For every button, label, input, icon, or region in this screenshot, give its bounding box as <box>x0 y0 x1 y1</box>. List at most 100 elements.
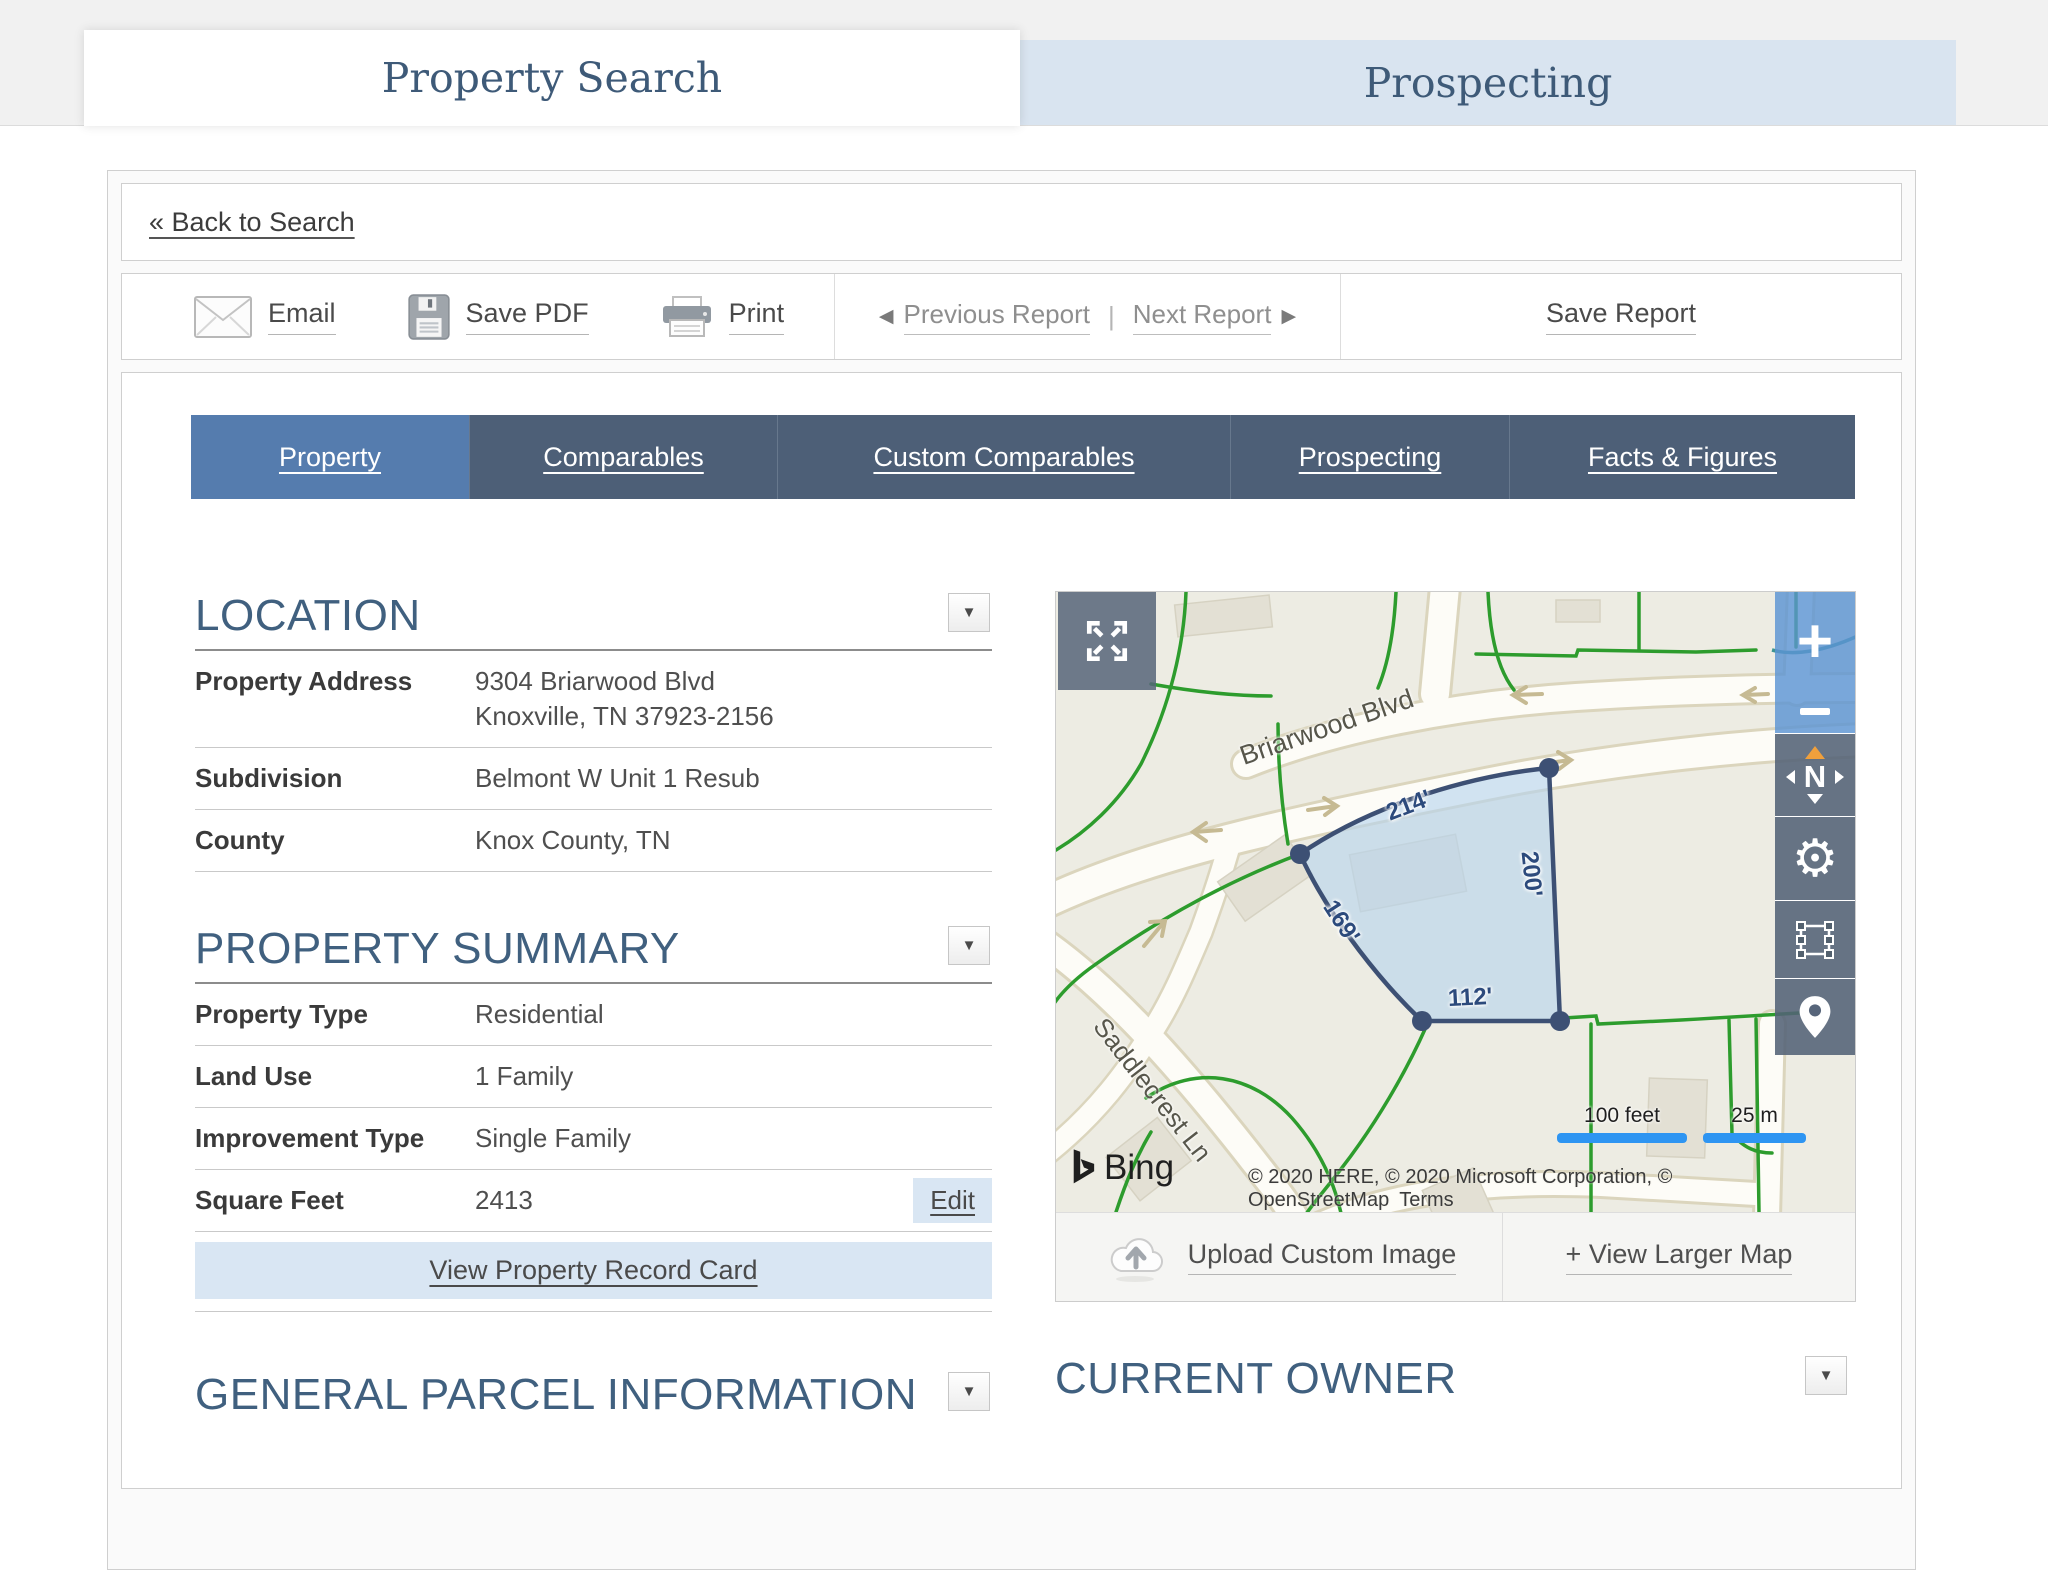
land-use-value: 1 Family <box>475 1059 573 1094</box>
scale-meters-bar <box>1703 1133 1806 1143</box>
property-type-value: Residential <box>475 997 604 1032</box>
land-use-row: Land Use 1 Family <box>195 1046 992 1108</box>
compass-down-arrow-icon <box>1807 794 1823 804</box>
print-button[interactable]: Print <box>661 295 785 339</box>
top-tab-bar: Property Search Prospecting <box>0 0 2048 126</box>
current-owner-collapse-button[interactable]: ▼ <box>1805 1356 1847 1395</box>
current-owner-title: CURRENT OWNER <box>1055 1354 1856 1404</box>
tab-comparables[interactable]: Comparables <box>469 415 777 499</box>
location-section-header: LOCATION ▼ <box>195 591 992 651</box>
tab-facts-figures[interactable]: Facts & Figures <box>1509 415 1855 499</box>
compass-north-label: N <box>1804 761 1826 792</box>
chevron-down-icon: ▼ <box>962 1383 977 1400</box>
save-pdf-button[interactable]: Save PDF <box>408 294 589 340</box>
next-report-label: Next Report <box>1133 299 1272 335</box>
chevron-down-icon: ▼ <box>962 937 977 954</box>
zoom-out-button[interactable] <box>1800 708 1830 715</box>
toolbar-actions: Email Save PDF <box>122 274 835 359</box>
previous-report-label: Previous Report <box>904 299 1090 335</box>
expand-arrows-icon <box>1082 616 1132 666</box>
square-feet-row: Square Feet 2413 Edit <box>195 1170 992 1232</box>
parcel-map[interactable]: Briarwood Blvd Saddlecrest Ln 214' 200' … <box>1056 592 1855 1212</box>
back-box: « Back to Search <box>121 183 1902 261</box>
tab-property-search[interactable]: Property Search <box>84 30 1020 126</box>
map-area-select-button[interactable] <box>1775 900 1855 978</box>
upload-custom-image-label: Upload Custom Image <box>1188 1239 1457 1275</box>
report-nav-tabs: Property Comparables Custom Comparables … <box>191 415 1855 499</box>
next-report-link[interactable]: Next Report ▶ <box>1133 299 1296 335</box>
property-address-label: Property Address <box>195 664 475 734</box>
gear-icon: ⚙ <box>1792 833 1839 885</box>
terms-link[interactable]: Terms <box>1399 1189 1453 1211</box>
subdivision-label: Subdivision <box>195 761 475 796</box>
email-label: Email <box>268 298 336 335</box>
map-settings-button[interactable]: ⚙ <box>1775 816 1855 900</box>
map-compass-control[interactable]: N <box>1775 733 1855 816</box>
back-to-search-link[interactable]: « Back to Search <box>149 207 355 238</box>
tab-property-label: Property <box>279 442 381 473</box>
toolbar-report-nav: ◀ Previous Report | Next Report ▶ <box>835 274 1341 359</box>
divider <box>195 1311 992 1312</box>
map-fullscreen-button[interactable] <box>1058 592 1156 690</box>
scale-meters-label: 25 m <box>1703 1104 1806 1128</box>
tab-prospecting-label: Prospecting <box>1364 59 1613 107</box>
save-pdf-label: Save PDF <box>466 298 589 335</box>
property-address-value: 9304 Briarwood Blvd Knoxville, TN 37923-… <box>475 664 774 734</box>
scale-feet-bar <box>1557 1133 1687 1143</box>
property-summary-collapse-button[interactable]: ▼ <box>948 926 990 965</box>
tab-prospecting-report[interactable]: Prospecting <box>1230 415 1509 499</box>
email-button[interactable]: Email <box>194 296 336 338</box>
next-arrow-icon: ▶ <box>1281 305 1296 328</box>
cloud-upload-icon <box>1102 1231 1168 1283</box>
view-property-record-card-label: View Property Record Card <box>429 1255 757 1286</box>
land-use-label: Land Use <box>195 1059 475 1094</box>
report-toolbar: Email Save PDF <box>121 273 1902 360</box>
property-summary-section-header: PROPERTY SUMMARY ▼ <box>195 924 992 984</box>
tab-property-search-label: Property Search <box>382 54 722 102</box>
tab-property[interactable]: Property <box>191 415 469 499</box>
save-report-link[interactable]: Save Report <box>1546 298 1696 335</box>
email-icon <box>194 296 252 338</box>
scale-feet-label: 100 feet <box>1557 1104 1687 1128</box>
improvement-type-row: Improvement Type Single Family <box>195 1108 992 1170</box>
location-pin-icon <box>1797 995 1833 1039</box>
map-zoom-control[interactable]: + <box>1775 592 1855 733</box>
tab-prospecting-report-label: Prospecting <box>1299 442 1442 473</box>
county-row: County Knox County, TN <box>195 810 992 872</box>
zoom-in-button[interactable]: + <box>1797 612 1833 672</box>
previous-report-link[interactable]: ◀ Previous Report <box>879 299 1090 335</box>
previous-arrow-icon: ◀ <box>879 305 894 328</box>
left-column: LOCATION ▼ Property Address 9304 Briarwo… <box>195 591 992 1428</box>
upload-custom-image-button[interactable]: Upload Custom Image <box>1056 1213 1503 1301</box>
improvement-type-label: Improvement Type <box>195 1121 475 1156</box>
tab-comparables-label: Comparables <box>543 442 704 473</box>
view-larger-map-button[interactable]: + View Larger Map <box>1503 1213 1855 1301</box>
right-column: Briarwood Blvd Saddlecrest Ln 214' 200' … <box>1055 591 1856 1428</box>
property-type-row: Property Type Residential <box>195 984 992 1046</box>
map-location-button[interactable] <box>1775 978 1855 1055</box>
bing-logo-text: Bing <box>1104 1148 1174 1188</box>
county-label: County <box>195 823 475 858</box>
parcel-map-card: Briarwood Blvd Saddlecrest Ln 214' 200' … <box>1055 591 1856 1302</box>
report-body: Property Comparables Custom Comparables … <box>121 372 1902 1489</box>
location-collapse-button[interactable]: ▼ <box>948 593 990 632</box>
report-nav-separator: | <box>1108 301 1115 332</box>
tab-prospecting[interactable]: Prospecting <box>1020 40 1956 125</box>
toolbar-save-section: Save Report <box>1341 274 1901 359</box>
view-property-record-card-button[interactable]: View Property Record Card <box>195 1242 992 1299</box>
chevron-down-icon: ▼ <box>1819 1367 1834 1384</box>
map-footer-bar: Upload Custom Image + View Larger Map <box>1056 1212 1855 1301</box>
improvement-type-value: Single Family <box>475 1121 631 1156</box>
property-address-row: Property Address 9304 Briarwood Blvd Kno… <box>195 651 992 748</box>
print-label: Print <box>729 298 785 335</box>
property-type-label: Property Type <box>195 997 475 1032</box>
edit-square-feet-button[interactable]: Edit <box>913 1178 992 1223</box>
view-larger-map-label: + View Larger Map <box>1566 1239 1793 1275</box>
square-feet-label: Square Feet <box>195 1183 475 1218</box>
print-icon <box>661 295 713 339</box>
tab-custom-comparables[interactable]: Custom Comparables <box>777 415 1230 499</box>
compass-right-arrow-icon <box>1835 770 1844 784</box>
general-parcel-collapse-button[interactable]: ▼ <box>948 1372 990 1411</box>
report-container: « Back to Search Email Save <box>107 170 1916 1570</box>
bing-logo[interactable]: Bing <box>1070 1148 1174 1188</box>
